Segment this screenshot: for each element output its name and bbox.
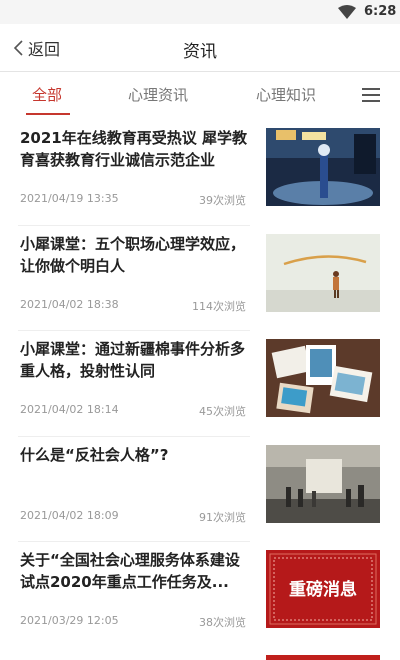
important-news-banner: 重磅消息 <box>266 550 380 628</box>
photos-collage <box>266 339 380 417</box>
article-title: 2021年在线教育再受热议 犀学教育喜获教育行业诚信示范企业 <box>20 129 247 169</box>
status-time: 6:28 <box>364 4 397 19</box>
article-date: 2021/03/29 12:05 <box>20 614 119 627</box>
article-views: 38次浏览 <box>199 616 246 629</box>
tab-psychology-knowledge[interactable]: 心理知识 <box>256 84 316 105</box>
article-item[interactable]: 小犀课堂：通过新疆棉事件分析多重人格，投射性认同 2021/04/02 18:1… <box>0 330 400 436</box>
award-stage-photo <box>266 128 380 206</box>
category-tabs: 全部 心理资讯 心理知识 <box>0 73 400 119</box>
article-thumbnail <box>266 339 380 417</box>
status-bar: 6:28 <box>0 0 400 24</box>
article-date: 2021/04/19 13:35 <box>20 192 119 205</box>
next-article-thumbnail-partial <box>266 655 380 660</box>
article-title: 什么是“反社会人格”? <box>20 445 169 464</box>
factory-crowd-photo <box>266 444 380 523</box>
article-item[interactable]: 关于“全国社会心理服务体系建设试点2020年重点工作任务及... 2021/03… <box>0 541 400 647</box>
article-item[interactable]: 2021年在线教育再受热议 犀学教育喜获教育行业诚信示范企业 2021/04/1… <box>0 119 400 225</box>
article-title: 小犀课堂：五个职场心理学效应，让你做个明白人 <box>20 234 246 275</box>
article-thumbnail <box>266 128 380 206</box>
menu-icon[interactable] <box>362 88 380 102</box>
article-date: 2021/04/02 18:14 <box>20 403 119 416</box>
article-thumbnail: 重磅消息 <box>266 550 380 628</box>
article-thumbnail <box>266 233 380 312</box>
article-date: 2021/04/02 18:38 <box>20 297 119 311</box>
article-views: 39次浏览 <box>199 194 246 207</box>
girl-wall-photo <box>266 233 380 312</box>
tab-all[interactable]: 全部 <box>32 84 62 105</box>
article-item[interactable]: 小犀课堂：五个职场心理学效应，让你做个明白人 2021/04/02 18:38 … <box>0 224 400 331</box>
list-divider <box>18 435 250 437</box>
list-divider <box>18 224 250 226</box>
article-list: 2021年在线教育再受热议 犀学教育喜获教育行业诚信示范企业 2021/04/1… <box>0 119 400 647</box>
list-divider <box>18 541 250 542</box>
article-title: 关于“全国社会心理服务体系建设试点2020年重点工作任务及... <box>20 551 240 591</box>
article-views: 91次浏览 <box>199 510 246 524</box>
article-thumbnail <box>266 444 380 523</box>
tab-psychology-news[interactable]: 心理资讯 <box>128 84 188 105</box>
wifi-icon <box>338 5 356 19</box>
list-divider <box>18 330 250 331</box>
article-views: 45次浏览 <box>199 405 246 418</box>
article-date: 2021/04/02 18:09 <box>20 508 119 522</box>
app-header: 返回 资讯 <box>0 24 400 72</box>
page-title: 资讯 <box>183 42 217 62</box>
article-item[interactable]: 什么是“反社会人格”? 2021/04/02 18:09 91次浏览 <box>0 435 400 542</box>
article-title: 小犀课堂：通过新疆棉事件分析多重人格，投射性认同 <box>20 340 246 380</box>
article-views: 114次浏览 <box>192 299 246 313</box>
banner-text: 重磅消息 <box>289 579 357 600</box>
active-tab-indicator <box>26 113 70 115</box>
